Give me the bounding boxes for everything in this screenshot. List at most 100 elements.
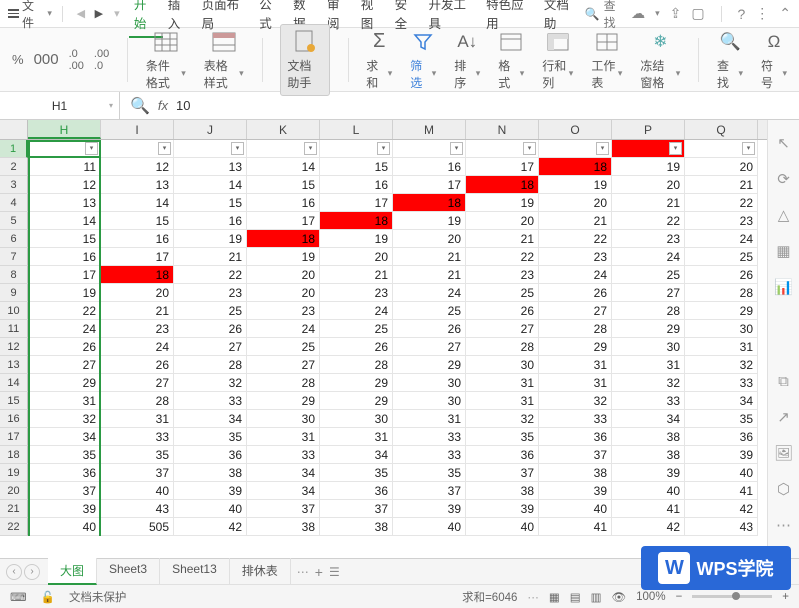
cell[interactable]: 21 [320,266,393,284]
format-button[interactable]: 格式 ▾ [498,29,524,91]
cell[interactable]: 39 [539,482,612,500]
cell[interactable]: 39 [174,482,247,500]
cell[interactable]: 28 [685,284,758,302]
cell[interactable]: 17 [28,266,101,284]
cell[interactable]: 39 [28,500,101,518]
cell[interactable]: 16 [247,194,320,212]
cell[interactable]: 28 [612,302,685,320]
cell[interactable]: 21 [101,302,174,320]
cell[interactable]: 42 [174,518,247,536]
cell[interactable]: 21 [612,194,685,212]
filter-dropdown-icon[interactable]: ▾ [523,142,536,155]
row-header-22[interactable]: 22 [0,518,28,536]
worksheet-button[interactable]: 工作表 ▾ [591,29,622,91]
col-header-J[interactable]: J [174,120,247,139]
cell[interactable]: 23 [466,266,539,284]
percent-format-button[interactable]: % [12,52,24,67]
cell[interactable]: 18 [320,212,393,230]
cell[interactable]: 27 [466,320,539,338]
image-icon[interactable]: 🖼 [775,444,793,462]
cell[interactable]: 34 [320,446,393,464]
cell[interactable]: 20 [612,176,685,194]
doc-helper-button[interactable]: 文档助手 [280,24,329,96]
cell[interactable]: 41 [612,500,685,518]
chart-icon[interactable]: 📊 [775,278,793,296]
cell[interactable]: ▾ [393,140,466,158]
sheet-tab-Sheet3[interactable]: Sheet3 [97,558,160,585]
cell[interactable]: 17 [393,176,466,194]
cell[interactable]: 41 [539,518,612,536]
cell[interactable]: 39 [393,500,466,518]
cell[interactable]: 15 [28,230,101,248]
cell[interactable]: ▾ [466,140,539,158]
cell[interactable]: 30 [247,410,320,428]
cell[interactable]: 38 [612,446,685,464]
cell[interactable]: 19 [247,248,320,266]
cell[interactable]: 33 [612,392,685,410]
zoom-out-button[interactable]: − [676,591,683,603]
cell[interactable]: 23 [685,212,758,230]
cell[interactable]: 40 [393,518,466,536]
rowcol-button[interactable]: 行和列 ▾ [542,29,573,91]
view-normal-icon[interactable]: ▦ [549,590,560,604]
cell[interactable]: 22 [612,212,685,230]
cell[interactable]: 21 [685,176,758,194]
cell[interactable]: 26 [393,320,466,338]
zoom-slider[interactable] [692,595,772,598]
cell[interactable]: 12 [28,176,101,194]
cell[interactable]: 27 [393,338,466,356]
row-header-4[interactable]: 4 [0,194,28,212]
cell[interactable]: 27 [28,356,101,374]
cell[interactable]: 26 [685,266,758,284]
cell[interactable]: 39 [685,446,758,464]
zoom-in-button[interactable]: + [782,591,789,603]
cell[interactable]: 29 [539,338,612,356]
cell[interactable]: 19 [539,176,612,194]
cell[interactable]: 20 [247,266,320,284]
cell[interactable]: 28 [101,392,174,410]
comma-format-button[interactable]: 000 [34,51,59,68]
row-header-19[interactable]: 19 [0,464,28,482]
cell[interactable]: 20 [393,230,466,248]
cell[interactable]: 18 [466,176,539,194]
decrease-decimal-button[interactable]: .00.0 [94,48,109,72]
cell[interactable]: 21 [466,230,539,248]
cell[interactable]: 21 [539,212,612,230]
cell[interactable]: 19 [612,158,685,176]
cell[interactable]: 32 [466,410,539,428]
share-icon[interactable]: ⇪ [670,5,682,22]
cell[interactable]: 32 [612,374,685,392]
cell[interactable]: 24 [612,248,685,266]
cell[interactable]: 11 [28,158,101,176]
cell[interactable]: 18 [393,194,466,212]
cell[interactable]: 27 [247,356,320,374]
cell[interactable]: 42 [685,500,758,518]
cell[interactable]: 35 [101,446,174,464]
cell[interactable]: 33 [685,374,758,392]
help-icon[interactable]: ? [737,6,745,22]
cell[interactable]: 26 [466,302,539,320]
cell[interactable]: 25 [320,320,393,338]
filter-dropdown-icon[interactable]: ▾ [742,142,755,155]
cell[interactable]: 31 [247,428,320,446]
cell[interactable]: 41 [685,482,758,500]
cell[interactable]: 24 [28,320,101,338]
add-sheet-button[interactable]: + [315,564,323,580]
filter-dropdown-icon[interactable]: ▾ [158,142,171,155]
cell[interactable]: 15 [174,194,247,212]
cell[interactable]: 21 [393,248,466,266]
cell[interactable]: 29 [247,392,320,410]
cell[interactable]: 33 [247,446,320,464]
cell[interactable]: 29 [28,374,101,392]
cell[interactable]: 32 [685,356,758,374]
more-sheets-icon[interactable]: ⋯ [297,565,309,579]
cell[interactable]: 26 [101,356,174,374]
cell[interactable]: 19 [174,230,247,248]
cell[interactable]: 38 [174,464,247,482]
cell[interactable]: ▾ [174,140,247,158]
cell[interactable]: 22 [539,230,612,248]
filter-button[interactable]: 筛选 ▾ [410,29,436,91]
cell[interactable]: 25 [393,302,466,320]
cell[interactable]: 20 [466,212,539,230]
cell[interactable]: 34 [174,410,247,428]
